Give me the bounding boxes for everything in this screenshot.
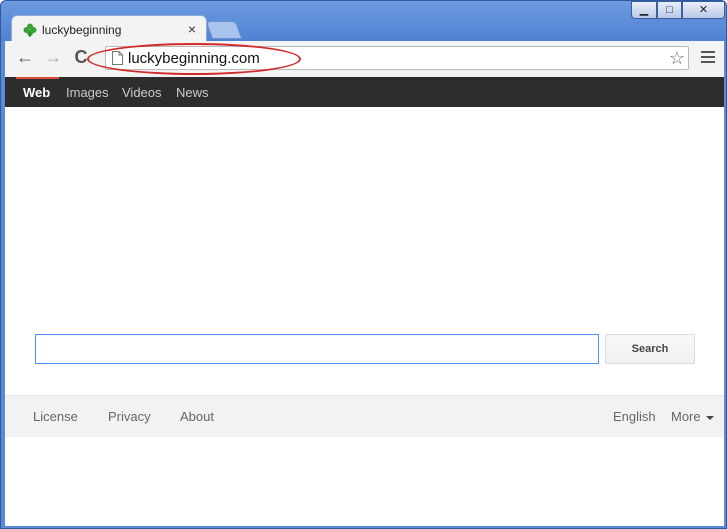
gbar-item-videos[interactable]: Videos: [122, 85, 162, 100]
bookmark-star-icon[interactable]: ☆: [669, 48, 685, 69]
tab-close-icon[interactable]: ×: [188, 21, 196, 37]
footer-about-link[interactable]: About: [180, 409, 214, 424]
back-arrow-icon[interactable]: ←: [13, 47, 37, 68]
footer-language-link[interactable]: English: [613, 409, 656, 424]
gbar-item-images[interactable]: Images: [66, 85, 109, 100]
tab-luckybeginning[interactable]: luckybeginning ×: [11, 15, 207, 43]
page-content: Web Images Videos News Search License Pr…: [5, 77, 724, 526]
new-tab-button[interactable]: [205, 21, 243, 39]
title-bar: luckybeginning × ▁ □ ✕: [1, 1, 726, 43]
footer-more-menu[interactable]: More: [671, 409, 714, 424]
footer-license-link[interactable]: License: [33, 409, 78, 424]
footer-privacy-link[interactable]: Privacy: [108, 409, 151, 424]
maximize-button[interactable]: □: [657, 1, 682, 19]
search-input[interactable]: [35, 334, 599, 364]
gbar-item-web[interactable]: Web: [23, 85, 50, 100]
search-button[interactable]: Search: [605, 334, 695, 364]
tab-title: luckybeginning: [42, 23, 122, 37]
google-bar: Web Images Videos News: [5, 77, 724, 107]
active-tab-indicator: [16, 77, 59, 79]
clover-favicon-icon: [23, 23, 37, 37]
menu-icon[interactable]: [701, 51, 715, 66]
browser-window: luckybeginning × ▁ □ ✕ ← → C luckybeginn…: [0, 0, 727, 529]
forward-arrow-icon[interactable]: →: [41, 47, 65, 68]
footer-more-label: More: [671, 409, 701, 424]
minimize-button[interactable]: ▁: [631, 1, 657, 19]
footer-bar: License Privacy About English More: [5, 395, 724, 437]
gbar-item-news[interactable]: News: [176, 85, 209, 100]
caret-down-icon: [705, 415, 714, 420]
url-highlight-ellipse: [87, 43, 301, 75]
close-window-button[interactable]: ✕: [682, 1, 725, 19]
